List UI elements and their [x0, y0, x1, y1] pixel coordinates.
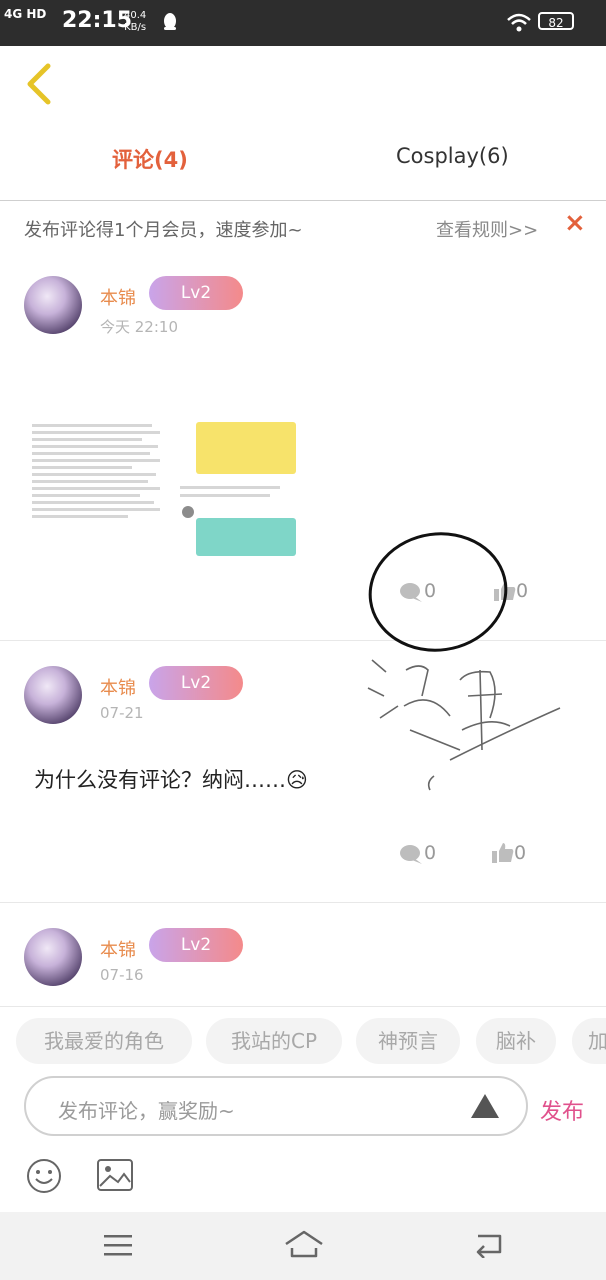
speed-unit: KB/s	[124, 22, 147, 33]
status-time: 22:15	[62, 8, 133, 33]
header-divider	[0, 200, 606, 201]
send-triangle-icon[interactable]	[470, 1092, 500, 1120]
comment-divider	[0, 902, 606, 903]
chips-divider	[0, 1006, 606, 1007]
menu-icon[interactable]	[102, 1232, 134, 1258]
promo-text: 发布评论得1个月会员，速度参加~	[24, 220, 303, 241]
back-arrow-icon[interactable]	[22, 62, 56, 106]
comment-text: 为什么没有评论？纳闷……😥	[34, 768, 308, 792]
username[interactable]: 本锦	[100, 936, 136, 962]
emoji-icon[interactable]	[26, 1158, 62, 1194]
comment-input[interactable]: 发布评论，赢奖励~	[24, 1076, 528, 1136]
reply-count: 0	[424, 842, 437, 864]
qq-icon	[164, 13, 176, 30]
rules-link[interactable]: 查看规则>>	[436, 216, 538, 242]
back-nav-icon[interactable]	[472, 1230, 504, 1258]
avatar[interactable]	[24, 276, 82, 334]
like-count: 0	[514, 842, 527, 864]
topic-chip[interactable]: 脑补	[476, 1018, 556, 1064]
topic-chip[interactable]: 我最爱的角色	[16, 1018, 192, 1064]
topic-chip[interactable]: 加	[572, 1018, 606, 1064]
avatar[interactable]	[24, 666, 82, 724]
tab-comments[interactable]: 评论(4)	[112, 144, 188, 174]
like-icon[interactable]	[492, 842, 514, 864]
battery-indicator: 82	[538, 12, 574, 30]
attached-image[interactable]	[180, 420, 298, 562]
home-icon[interactable]	[284, 1228, 324, 1260]
speed-value: 40.4	[124, 10, 147, 21]
comment-time: 今天 22:10	[100, 318, 178, 336]
close-icon[interactable]: ×	[564, 208, 586, 238]
comment-icon[interactable]	[400, 844, 422, 864]
comment-time: 07-16	[100, 966, 144, 984]
username[interactable]: 本锦	[100, 674, 136, 700]
comment-time: 07-21	[100, 704, 144, 722]
image-icon[interactable]	[96, 1158, 134, 1192]
level-badge: Lv2	[149, 276, 243, 310]
topic-chip[interactable]: 神预言	[356, 1018, 460, 1064]
attached-image[interactable]	[32, 420, 166, 562]
level-badge: Lv2	[149, 666, 243, 700]
avatar[interactable]	[24, 928, 82, 986]
topic-chip[interactable]: 我站的CP	[206, 1018, 342, 1064]
tab-cosplay[interactable]: Cosplay(6)	[396, 144, 509, 168]
publish-button[interactable]: 发布	[540, 1094, 584, 1126]
network-indicator: 4G HD	[4, 7, 47, 21]
handwritten-annotation	[367, 532, 561, 791]
network-speed: 40.4 KB/s	[124, 10, 146, 34]
status-bar: 4G HD 22:15 40.4 KB/s 82	[0, 0, 606, 46]
level-badge: Lv2	[149, 928, 243, 962]
comment-input-placeholder: 发布评论，赢奖励~	[58, 1099, 235, 1123]
wifi-icon	[507, 13, 531, 32]
username[interactable]: 本锦	[100, 284, 136, 310]
